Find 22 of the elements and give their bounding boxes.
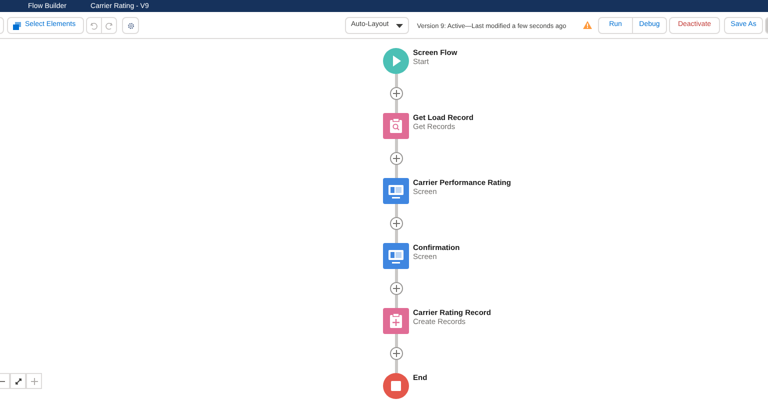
add-element-icon[interactable] <box>390 217 402 230</box>
play-node-icon <box>383 48 409 74</box>
add-element-icon[interactable] <box>390 152 402 165</box>
minus-icon <box>0 380 5 382</box>
settings-icon <box>126 22 134 30</box>
add-element-icon[interactable] <box>390 347 402 360</box>
undo-icon <box>90 22 98 30</box>
add-element-icon[interactable] <box>390 87 402 100</box>
fit-view-button[interactable] <box>10 373 26 389</box>
settings-button[interactable] <box>122 17 139 34</box>
monitor-node-icon <box>383 243 409 269</box>
clipboard-plus-node-icon <box>383 308 409 334</box>
plus-icon <box>30 378 38 384</box>
add-element-icon[interactable] <box>390 282 402 295</box>
caret-down-icon <box>396 24 403 28</box>
stacked-squares-icon <box>13 22 21 30</box>
expand-icon <box>14 378 22 384</box>
warning-icon <box>583 21 592 29</box>
monitor-node-icon <box>383 178 409 204</box>
stop-node-icon <box>383 373 409 399</box>
clipboard-search-node-icon <box>383 113 409 139</box>
redo-icon <box>105 22 113 30</box>
